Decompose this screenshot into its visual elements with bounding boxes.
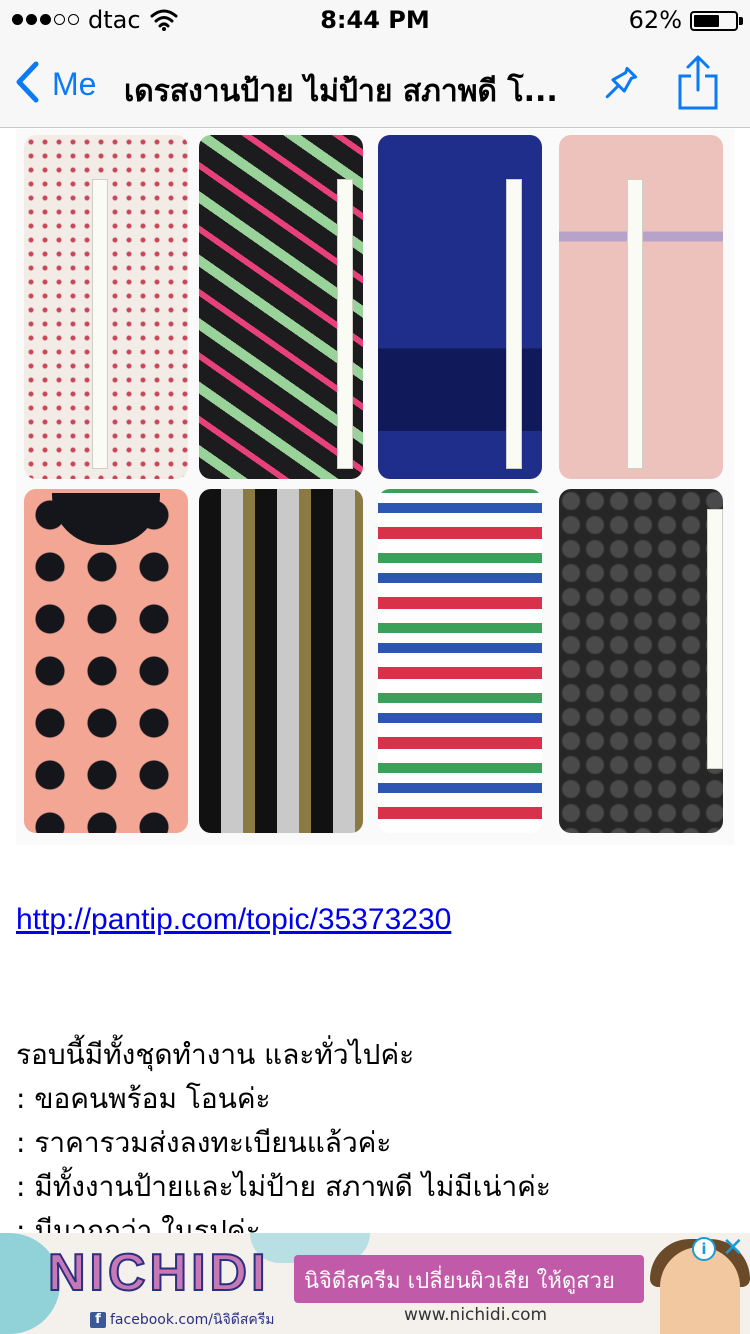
- navigation-bar: Me เดรสงานป้าย ไม่ป้าย สภาพดี โ...: [0, 40, 750, 128]
- thumbnail-letter-print-romper[interactable]: [199, 135, 363, 479]
- ad-website: www.nichidi.com: [404, 1305, 548, 1325]
- back-button-label: Me: [52, 65, 97, 102]
- post-content[interactable]: http://pantip.com/topic/35373230 รอบนี้ม…: [0, 129, 750, 1233]
- dress-neckline: [52, 493, 160, 545]
- battery-tip: [739, 17, 743, 25]
- share-icon[interactable]: [676, 54, 720, 116]
- post-body: รอบนี้มีทั้งชุดทำงาน และทั่วไปค่ะ : ขอคน…: [16, 1033, 551, 1233]
- thumbnail-striped-metallic-dress[interactable]: [199, 489, 363, 833]
- thumbnail-floral-print-romper[interactable]: [24, 135, 188, 479]
- ad-facebook-text: facebook.com/นิจิดีสครีม: [110, 1312, 275, 1328]
- chevron-left-icon: [14, 60, 40, 108]
- photo-collage[interactable]: [16, 129, 734, 845]
- status-bar: dtac 8:44 PM 62%: [0, 0, 750, 40]
- pin-icon[interactable]: [598, 62, 642, 110]
- ad-close-icon[interactable]: ✕: [722, 1235, 744, 1261]
- measuring-tape: [337, 179, 353, 469]
- post-line: : ขอคนพร้อม โอนค่ะ: [16, 1082, 271, 1115]
- measuring-tape: [92, 179, 108, 469]
- battery-icon: [690, 11, 738, 31]
- ad-tagline: นิจิดีสครีม เปลี่ยนผิวเสีย ให้ดูสวย: [304, 1269, 615, 1294]
- thumbnail-navy-blue-romper[interactable]: [378, 135, 542, 479]
- post-line: รอบนี้มีทั้งชุดทำงาน และทั่วไปค่ะ: [16, 1038, 415, 1071]
- facebook-icon: f: [90, 1312, 106, 1328]
- post-line: : มีทั้งงานป้ายและไม่ป้าย สภาพดี ไม่มีเน…: [16, 1170, 551, 1203]
- topic-link[interactable]: http://pantip.com/topic/35373230: [16, 903, 451, 937]
- thumbnail-black-lace-top[interactable]: [559, 489, 723, 833]
- ad-facebook: f facebook.com/นิจิดีสครีม: [90, 1309, 275, 1331]
- battery-percentage: 62%: [628, 6, 682, 34]
- page-title: เดรสงานป้าย ไม่ป้าย สภาพดี โ...: [124, 74, 558, 109]
- measuring-tape: [707, 509, 723, 769]
- thumbnail-pink-button-dress[interactable]: [559, 135, 723, 479]
- post-line: : ราคารวมส่งลงทะเบียนแล้วค่ะ: [16, 1126, 392, 1159]
- post-line: : มีมากกว่า ในรูปค่ะ: [16, 1214, 261, 1233]
- measuring-tape: [506, 179, 522, 469]
- thumbnail-polka-dot-dress[interactable]: [24, 489, 188, 833]
- thumbnail-multicolor-block-print-romper[interactable]: [378, 489, 542, 833]
- battery-fill: [694, 15, 719, 27]
- measuring-tape: [627, 179, 643, 469]
- ad-brand-logo: NICHIDI: [47, 1243, 270, 1303]
- ad-info-icon[interactable]: i: [692, 1237, 716, 1261]
- back-button[interactable]: Me: [14, 60, 96, 108]
- ad-banner[interactable]: NICHIDI f facebook.com/นิจิดีสครีม นิจิด…: [0, 1233, 750, 1334]
